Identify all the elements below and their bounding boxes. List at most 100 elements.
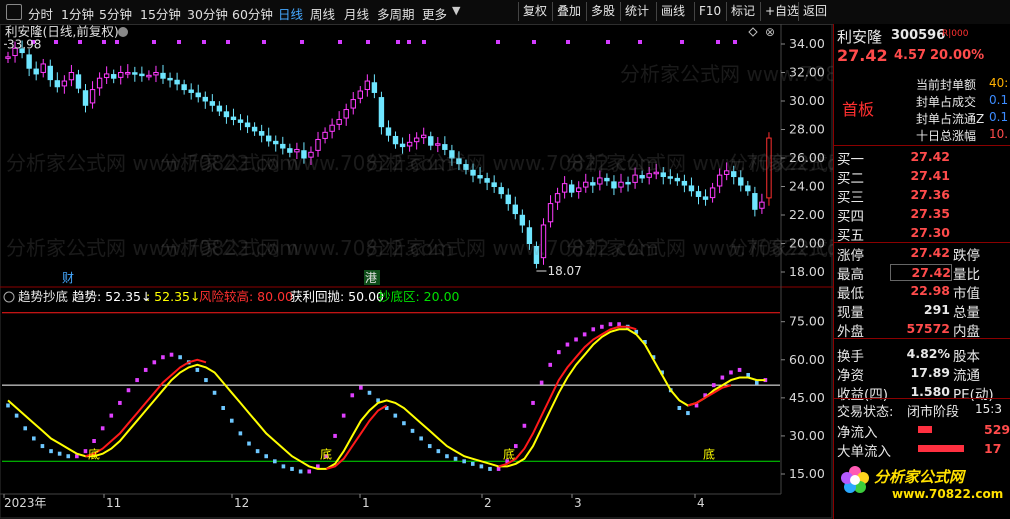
period-tab[interactable]: 分时 [28,4,53,23]
stat-label: 换手 [837,349,864,365]
bottom-signal-label: 底 [503,446,515,461]
price-axis-label: 30.00 [789,93,825,108]
seal-value: 40: [989,76,1009,90]
candle-body [216,105,223,112]
trend-bar [720,375,725,380]
trend-bar [229,418,234,423]
trend-bar [290,466,294,471]
trend-bar [221,406,225,410]
circle-menu-icon[interactable] [3,291,15,303]
trend-bar [496,466,501,471]
toolbar-button[interactable]: 统计 [620,2,653,21]
candle-body [470,169,476,176]
stat-label: 最高 [837,267,864,283]
orderbook-price: 27.35 [910,206,950,221]
candle-body [294,148,300,153]
toolbar-button[interactable]: 画线 [656,2,689,21]
trend-bar [100,426,105,431]
trade-time: 15:3 [975,402,1002,416]
signal-dot [262,40,266,44]
date-label: 2 [484,496,492,510]
price-change: 4.57 [894,48,927,63]
indicator-value: : 52.35↓ [146,289,200,304]
trend-bar [247,441,251,446]
period-tab[interactable]: 15分钟 [140,4,181,23]
candle-body [449,150,455,159]
toolbar-button[interactable]: 多股 [586,2,619,21]
signal-dot [78,40,82,44]
trend-bar [754,380,759,385]
toolbar-button[interactable]: 复权 [518,2,551,21]
menu-icon[interactable] [6,4,22,20]
chevron-down-icon[interactable] [118,27,128,37]
candle-body [343,109,349,119]
close-icon[interactable]: ⊗ [765,25,775,39]
price-axis-label: 20.00 [789,236,825,251]
trend-bar [608,322,613,327]
candle-body [702,196,709,200]
candle-body [40,63,46,73]
stat-value: 17.89 [910,365,950,380]
period-tab[interactable]: 日线 [278,4,303,23]
seal-value: 10. [989,127,1009,141]
trend-bar [264,454,269,459]
candle-body [54,80,61,88]
candle-body [237,119,244,123]
candle-body [491,182,497,188]
toolbar-button[interactable]: 返回 [798,2,831,21]
last-price: 27.42 [837,46,888,65]
candle-body [413,137,420,143]
event-label-finance[interactable]: 财 [62,271,74,285]
chart-area: 利安隆(日线,前复权) ⊗34.0032.0030.0028.0026.0024.… [0,24,833,519]
period-tab[interactable]: 1分钟 [61,4,94,23]
logo-block: 分析家公式网 www.70822.com [834,461,1010,519]
candle-body [399,143,406,148]
candle-body [103,73,110,79]
trend-bar [393,413,398,418]
candle-body [540,224,547,259]
stat-label: 最低 [837,286,864,302]
candle-body [287,148,293,153]
event-label-hk[interactable]: 港 [365,271,377,285]
seal-value: 0.1 [989,110,1009,124]
stat-value: 57572 [906,321,951,336]
signal-dot [102,40,106,44]
flow-label: 净流入 [837,425,878,441]
indicator-value: 趋势: 52.35↓ [72,289,151,304]
trend-bar [238,431,243,436]
stat-label: 现量 [837,305,864,321]
yellow-line [7,328,766,470]
trend-bar [419,436,423,441]
candle-body [280,143,286,149]
trend-bar [6,403,10,408]
period-tab[interactable]: 60分钟 [232,4,273,23]
stock-code: 300596 [891,28,946,43]
period-tab[interactable]: 月线 [344,4,369,23]
candle-body [632,174,638,183]
toolbar-button[interactable]: +自选 [760,2,803,21]
candle-body [350,99,356,109]
signal-dot [300,40,304,44]
period-tab[interactable]: 5分钟 [99,4,132,23]
price-axis-label: 34.00 [789,36,825,51]
candle-body [5,56,11,59]
toolbar-button[interactable]: 叠加 [552,2,585,21]
chevron-down-icon[interactable]: ▼ [452,4,460,17]
trend-bar [574,337,578,342]
indicator-axis-label: 30.00 [789,428,825,443]
signal-dot [152,40,156,44]
candle-body [625,181,631,185]
indicator-value: 风险较高: 80.00 [199,289,293,304]
trend-bar [307,469,312,474]
toolbar-button[interactable]: F10 [694,2,725,21]
period-tab[interactable]: 更多 [422,4,447,23]
period-tab[interactable]: 周线 [310,4,335,23]
panel-divider [834,145,1010,146]
period-tab[interactable]: 多周期 [377,4,415,23]
logo-url: www.70822.com [892,487,1004,501]
toolbar-button[interactable]: 标记 [726,2,759,21]
trade-status-label: 交易状态: [837,405,894,420]
period-tab[interactable]: 30分钟 [187,4,228,23]
stat-row: 换手 4.82% 股本 [834,345,1010,365]
candle-body [392,135,399,145]
